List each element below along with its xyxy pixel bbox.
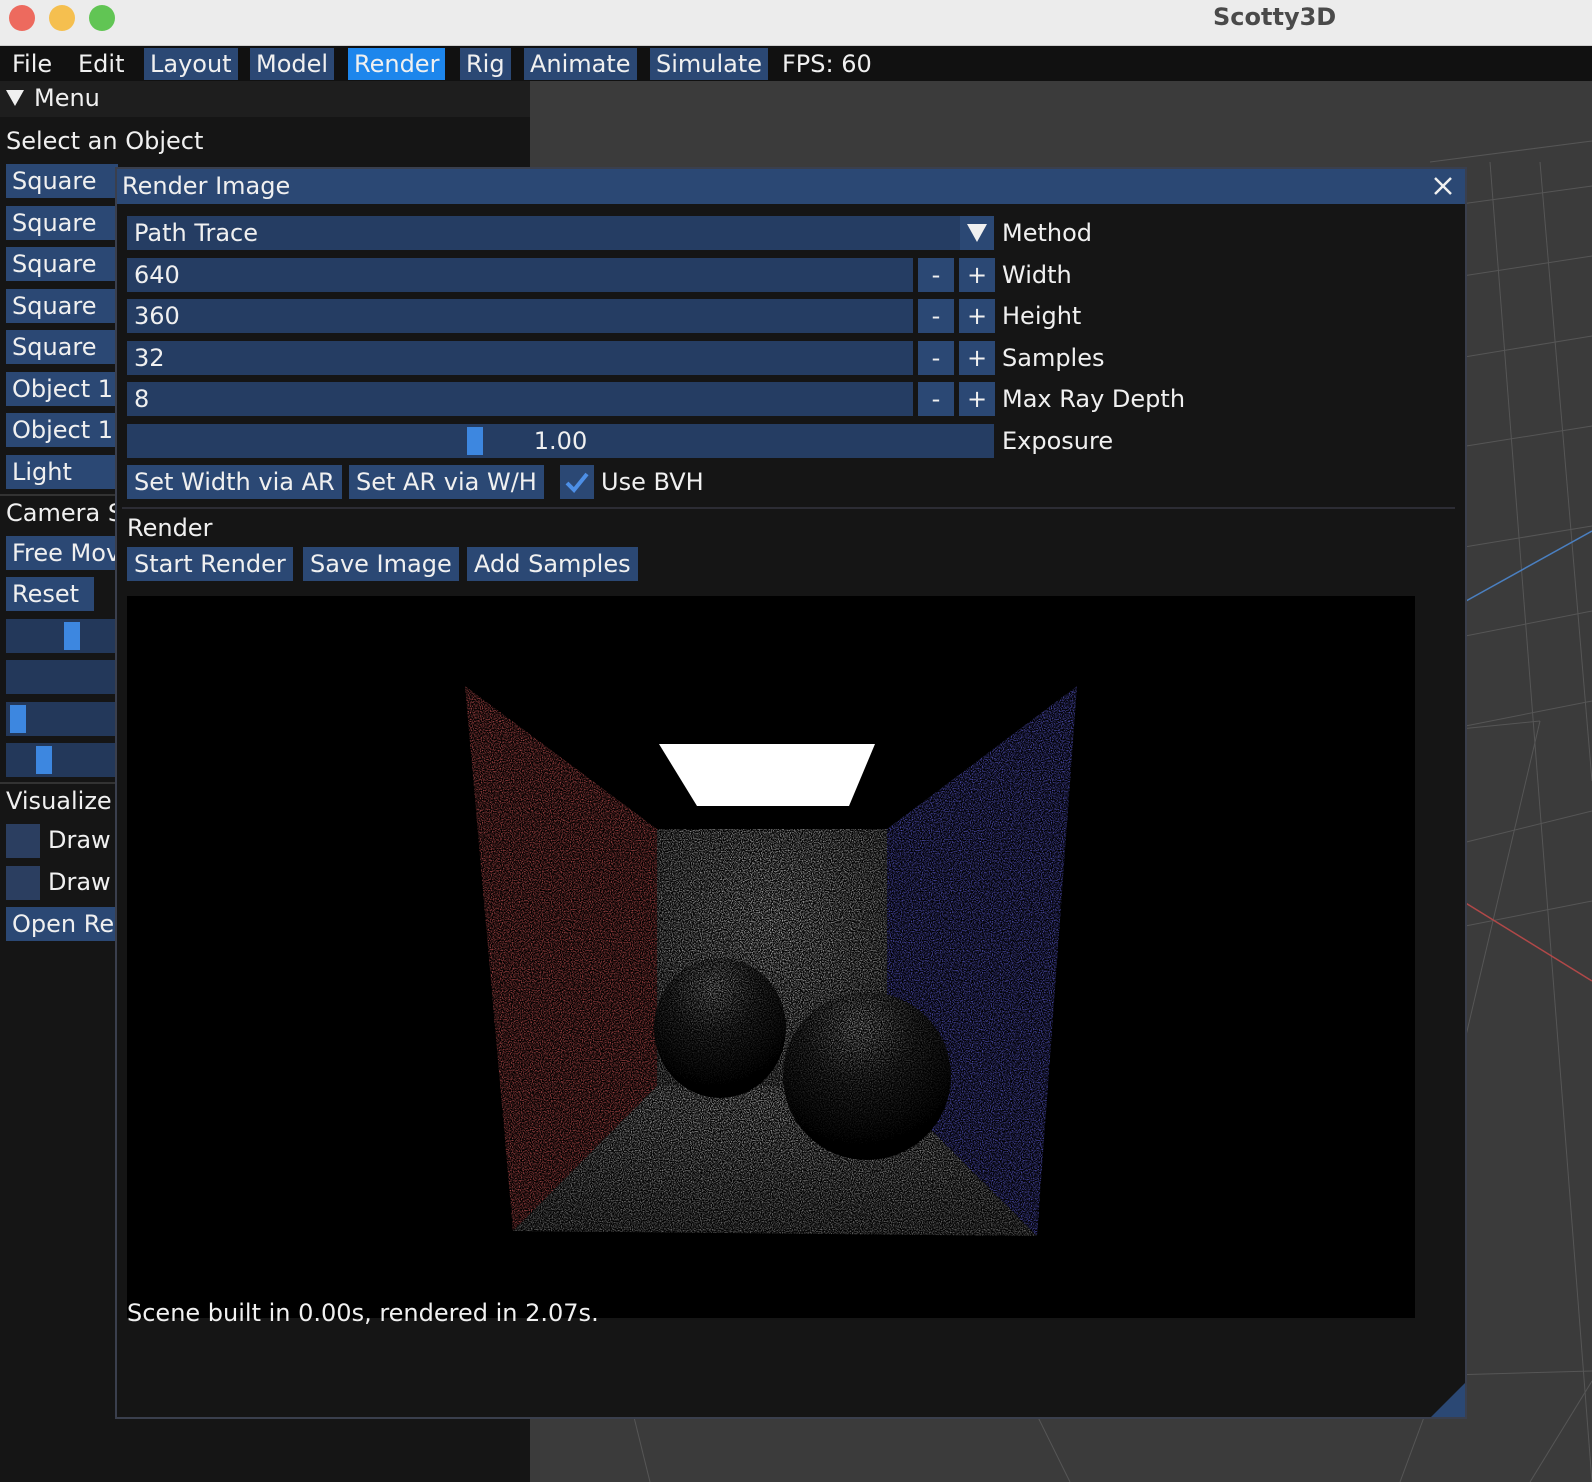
- rendered-image: [127, 596, 1415, 1318]
- divider: [0, 494, 115, 496]
- object-button-square-4[interactable]: Square: [6, 289, 118, 323]
- use-bvh-checkbox[interactable]: [560, 465, 594, 499]
- menu-render[interactable]: Render: [348, 48, 446, 80]
- close-window-button[interactable]: [9, 5, 35, 31]
- menu-header-label: Menu: [34, 84, 100, 112]
- close-icon[interactable]: [1427, 170, 1459, 202]
- height-decrement-button[interactable]: -: [918, 299, 954, 333]
- samples-decrement-button[interactable]: -: [918, 341, 954, 375]
- slider-grab[interactable]: [36, 746, 52, 774]
- object-button-square-3[interactable]: Square: [6, 247, 118, 281]
- max-ray-depth-increment-button[interactable]: +: [959, 382, 995, 416]
- menu-bar: File Edit Layout Model Render Rig Animat…: [0, 46, 1592, 81]
- camera-settings-label: Camera S: [6, 499, 124, 527]
- cornell-box-render: [465, 686, 1077, 1236]
- visualize-label: Visualize: [6, 787, 112, 815]
- menu-rig[interactable]: Rig: [460, 48, 511, 80]
- width-input[interactable]: 640: [127, 258, 913, 292]
- start-render-button[interactable]: Start Render: [127, 547, 293, 581]
- menu-header[interactable]: Menu: [0, 81, 530, 117]
- max-ray-depth-decrement-button[interactable]: -: [918, 382, 954, 416]
- camera-slider-4[interactable]: [6, 743, 115, 777]
- menu-simulate[interactable]: Simulate: [650, 48, 769, 80]
- exposure-value: 1.00: [533, 427, 588, 455]
- render-status: Scene built in 0.00s, rendered in 2.07s.: [127, 1299, 599, 1327]
- height-increment-button[interactable]: +: [959, 299, 995, 333]
- camera-slider-3[interactable]: [6, 702, 115, 736]
- divider: [0, 782, 115, 784]
- collapse-triangle-icon: [6, 90, 24, 106]
- object-button-square-2[interactable]: Square: [6, 206, 118, 240]
- exposure-label: Exposure: [1002, 427, 1114, 455]
- slider-grab[interactable]: [64, 622, 80, 650]
- method-label: Method: [1002, 219, 1093, 247]
- render-window-title: Render Image: [122, 172, 291, 200]
- draw-checkbox-2[interactable]: [6, 866, 40, 900]
- menu-layout[interactable]: Layout: [144, 48, 238, 80]
- draw-label-2: Draw: [48, 868, 111, 896]
- object-button-square-1[interactable]: Square: [6, 164, 118, 198]
- open-render-button[interactable]: Open Re: [6, 907, 118, 941]
- reset-camera-button[interactable]: Reset: [6, 577, 94, 611]
- render-image-window[interactable]: Render Image Path Trace Method 640 - + W…: [115, 167, 1467, 1419]
- object-button-object-2[interactable]: Object 1: [6, 413, 118, 447]
- render-window-titlebar[interactable]: Render Image: [117, 169, 1465, 204]
- width-increment-button[interactable]: +: [959, 258, 995, 292]
- object-button-square-5[interactable]: Square: [6, 330, 118, 364]
- samples-input[interactable]: 32: [127, 341, 913, 375]
- set-width-via-ar-button[interactable]: Set Width via AR: [127, 465, 342, 499]
- minimize-window-button[interactable]: [49, 5, 75, 31]
- width-decrement-button[interactable]: -: [918, 258, 954, 292]
- menu-file[interactable]: File: [6, 48, 58, 80]
- select-object-label: Select an Object: [6, 127, 204, 155]
- method-dropdown-button[interactable]: [960, 216, 994, 250]
- menu-animate[interactable]: Animate: [524, 48, 637, 80]
- menu-edit[interactable]: Edit: [72, 48, 130, 80]
- draw-label-1: Draw: [48, 826, 111, 854]
- add-samples-button[interactable]: Add Samples: [467, 547, 638, 581]
- divider: [122, 507, 1455, 509]
- render-section-label: Render: [127, 514, 213, 542]
- method-select[interactable]: Path Trace: [127, 216, 960, 250]
- save-image-button[interactable]: Save Image: [303, 547, 459, 581]
- object-button-object-1[interactable]: Object 1: [6, 372, 118, 406]
- draw-checkbox-1[interactable]: [6, 824, 40, 858]
- menu-model[interactable]: Model: [250, 48, 335, 80]
- max-ray-depth-label: Max Ray Depth: [1002, 385, 1186, 413]
- set-ar-via-wh-button[interactable]: Set AR via W/H: [349, 465, 544, 499]
- area-light: [659, 744, 875, 806]
- camera-slider-1[interactable]: [6, 619, 115, 653]
- max-ray-depth-input[interactable]: 8: [127, 382, 913, 416]
- object-button-light[interactable]: Light: [6, 455, 118, 489]
- slider-grab[interactable]: [10, 705, 26, 733]
- chevron-down-icon: [967, 224, 987, 242]
- samples-increment-button[interactable]: +: [959, 341, 995, 375]
- checkmark-icon: [565, 472, 589, 493]
- zoom-window-button[interactable]: [89, 5, 115, 31]
- height-input[interactable]: 360: [127, 299, 913, 333]
- width-label: Width: [1002, 261, 1072, 289]
- exposure-slider[interactable]: 1.00: [127, 424, 994, 458]
- camera-slider-2[interactable]: [6, 660, 115, 694]
- resize-grip[interactable]: [1431, 1383, 1465, 1417]
- window-titlebar: Scotty3D: [0, 0, 1592, 46]
- height-label: Height: [1002, 302, 1082, 330]
- free-move-button[interactable]: Free Mov: [6, 536, 118, 570]
- fps-counter: FPS: 60: [782, 50, 872, 78]
- samples-label: Samples: [1002, 344, 1105, 372]
- app-title: Scotty3D: [1213, 3, 1337, 31]
- use-bvh-label: Use BVH: [601, 468, 704, 496]
